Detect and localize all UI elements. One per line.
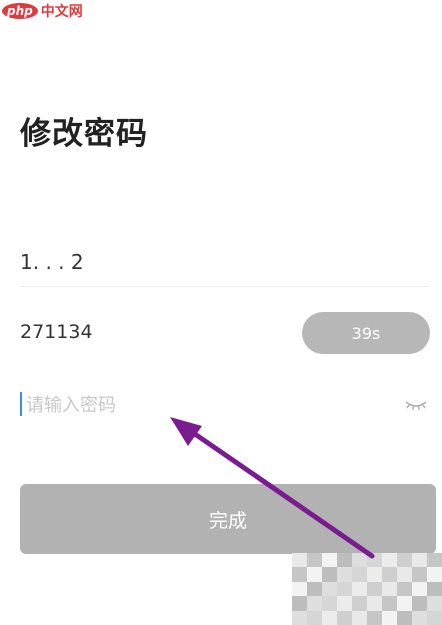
text-cursor — [20, 392, 22, 416]
mosaic-tile — [367, 596, 382, 611]
mosaic-tile — [337, 610, 352, 625]
mosaic-tile — [367, 610, 382, 625]
mosaic-tile — [367, 553, 382, 568]
password-input[interactable] — [24, 388, 368, 422]
mosaic-tile — [367, 567, 382, 582]
mosaic-tile — [292, 610, 307, 625]
mosaic-tile — [382, 610, 397, 625]
mosaic-tile — [382, 581, 397, 597]
mosaic-tile — [427, 553, 442, 568]
mosaic-tile — [337, 581, 352, 597]
watermark-site: 中文网 — [40, 4, 83, 20]
mosaic-tile — [412, 610, 427, 625]
mosaic-tile — [292, 581, 307, 597]
phone-row: 1. . . 2 — [20, 246, 430, 287]
mosaic-tile — [412, 553, 427, 568]
mosaic-tile — [412, 581, 427, 597]
mosaic-tile — [307, 553, 322, 568]
mosaic-tile — [307, 596, 322, 611]
mosaic-tile — [322, 553, 337, 568]
phone-number: 1. . . 2 — [20, 250, 84, 274]
mosaic-tile — [322, 581, 337, 597]
mosaic-tile — [337, 553, 352, 568]
mosaic-tile — [337, 567, 352, 582]
password-row — [20, 382, 430, 426]
mosaic-tile — [322, 567, 337, 582]
mosaic-tile — [397, 567, 412, 582]
resend-countdown-button[interactable]: 39s — [302, 312, 430, 354]
mosaic-tile — [292, 553, 307, 568]
mosaic-tile — [412, 596, 427, 611]
mosaic-tile — [352, 553, 367, 568]
mosaic-tile — [307, 581, 322, 597]
mosaic-tile — [427, 610, 442, 625]
mosaic-tile — [397, 596, 412, 611]
mosaic-tile — [397, 553, 412, 568]
verification-code[interactable]: 271134 — [20, 321, 93, 343]
mosaic-tile — [412, 567, 427, 582]
mosaic-tile — [427, 567, 442, 582]
mosaic-tile — [322, 596, 337, 611]
mosaic-tile — [322, 610, 337, 625]
done-button[interactable]: 完成 — [20, 484, 436, 554]
mosaic-tile — [382, 553, 397, 568]
verification-code-row: 271134 39s — [20, 310, 430, 356]
mosaic-tile — [337, 596, 352, 611]
mosaic-tile — [352, 596, 367, 611]
mosaic-tile — [382, 567, 397, 582]
mosaic-tile — [292, 596, 307, 611]
mosaic-tile — [427, 581, 442, 597]
mosaic-tile — [427, 596, 442, 611]
mosaic-tile — [367, 581, 382, 597]
mosaic-tile — [352, 567, 367, 582]
mosaic-tile — [397, 610, 412, 625]
mosaic-tile — [382, 596, 397, 611]
mosaic-tile — [352, 581, 367, 597]
mosaic-tile — [352, 610, 367, 625]
mosaic-tile — [307, 610, 322, 625]
watermark-badge: php — [2, 3, 38, 19]
mosaic-tile — [292, 567, 307, 582]
page-title: 修改密码 — [20, 116, 148, 152]
mosaic-tile — [397, 581, 412, 597]
mosaic-tile — [307, 567, 322, 582]
eye-closed-icon[interactable] — [404, 394, 428, 414]
site-watermark: php 中文网 — [0, 0, 83, 22]
blurred-mosaic — [292, 553, 442, 625]
